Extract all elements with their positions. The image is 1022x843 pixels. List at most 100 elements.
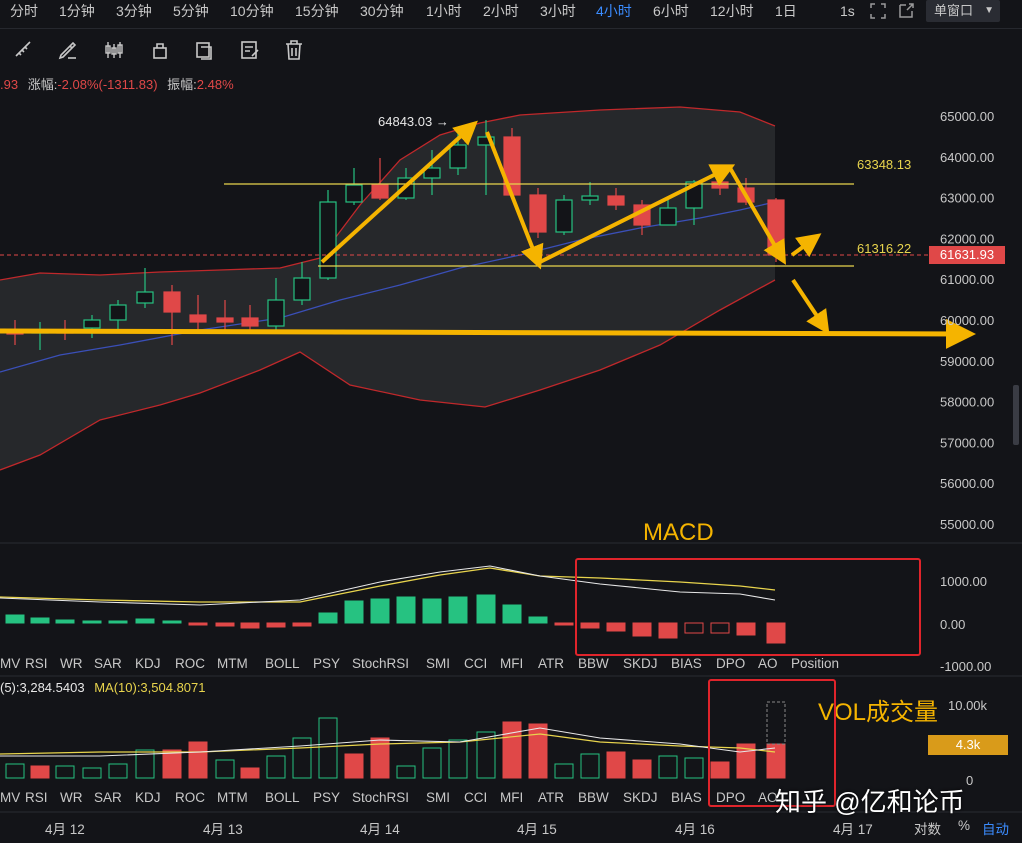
tab-mfi[interactable]: MFI bbox=[500, 790, 523, 805]
price-tick-label: 61000.00 bbox=[940, 272, 994, 287]
tab-smi[interactable]: SMI bbox=[426, 790, 450, 805]
tf-1m[interactable]: 1分钟 bbox=[59, 0, 95, 22]
tf-30m[interactable]: 30分钟 bbox=[360, 0, 404, 22]
tf-3m[interactable]: 3分钟 bbox=[116, 0, 152, 22]
candle-body bbox=[109, 304, 127, 321]
date-label: 4月 16 bbox=[675, 822, 715, 837]
tab-psy[interactable]: PSY bbox=[313, 790, 340, 805]
volume-bar bbox=[632, 759, 652, 779]
tab-kdj[interactable]: KDJ bbox=[135, 790, 161, 805]
tf-fenshi[interactable]: 分时 bbox=[10, 0, 38, 22]
auto-scale-toggle[interactable]: 自动 bbox=[982, 818, 1009, 838]
tab-psy[interactable]: PSY bbox=[313, 656, 340, 671]
price-axis: 65000.00 64000.00 63000.00 62000.00 61000.00… bbox=[940, 109, 994, 788]
band-middle bbox=[0, 201, 776, 373]
edit-icon[interactable] bbox=[238, 38, 262, 62]
tab-atr[interactable]: ATR bbox=[538, 790, 564, 805]
tab-bias[interactable]: BIAS bbox=[671, 656, 702, 671]
tab-bbw[interactable]: BBW bbox=[578, 656, 609, 671]
tab-mtm[interactable]: MTM bbox=[217, 790, 248, 805]
macd-tick-label: 1000.00 bbox=[940, 574, 987, 589]
volume-bar bbox=[502, 721, 522, 779]
trend-arrows bbox=[0, 120, 976, 349]
tab-mv[interactable]: MV bbox=[0, 790, 20, 805]
tab-boll[interactable]: BOLL bbox=[265, 656, 300, 671]
tab-mv[interactable]: MV bbox=[0, 656, 20, 671]
tf-1h[interactable]: 1小时 bbox=[426, 0, 462, 22]
macd-title: MACD bbox=[643, 519, 714, 546]
tab-bias[interactable]: BIAS bbox=[671, 790, 702, 805]
tf-10m[interactable]: 10分钟 bbox=[230, 0, 274, 22]
tab-wr[interactable]: WR bbox=[60, 790, 83, 805]
window-mode-select[interactable]: 单窗口 ▼ bbox=[926, 0, 1000, 22]
tab-roc[interactable]: ROC bbox=[175, 790, 205, 805]
tf-6h[interactable]: 6小时 bbox=[653, 0, 689, 22]
tf-5m[interactable]: 5分钟 bbox=[173, 0, 209, 22]
lock-icon[interactable] bbox=[148, 38, 172, 62]
candle-body bbox=[685, 181, 703, 209]
macd-bar bbox=[82, 620, 102, 624]
tab-cci[interactable]: CCI bbox=[464, 790, 487, 805]
date-axis: 4月 12 4月 13 4月 14 4月 15 4月 16 4月 17 对数 %… bbox=[0, 812, 1022, 843]
copy-icon[interactable] bbox=[192, 38, 216, 62]
tf-15m[interactable]: 15分钟 bbox=[295, 0, 339, 22]
candle-body bbox=[529, 194, 547, 233]
log-scale-toggle[interactable]: 对数 bbox=[914, 818, 941, 838]
volume-bar bbox=[292, 737, 312, 779]
fullscreen-icon[interactable] bbox=[868, 1, 888, 21]
amplitude-label: 振幅: bbox=[167, 77, 197, 92]
percent-toggle[interactable]: % bbox=[958, 818, 970, 833]
candle-body bbox=[371, 184, 389, 199]
ruler-icon[interactable] bbox=[12, 38, 36, 62]
tf-3h[interactable]: 3小时 bbox=[540, 0, 576, 22]
tab-skdj[interactable]: SKDJ bbox=[623, 790, 658, 805]
candle-body bbox=[136, 291, 154, 304]
trend-arrow bbox=[791, 278, 830, 335]
vol-tick-label: 10.00k bbox=[948, 698, 988, 713]
tab-roc[interactable]: ROC bbox=[175, 656, 205, 671]
tf-4h[interactable]: 4小时 bbox=[596, 0, 632, 22]
change-value: -2.08%(-1311.83) bbox=[57, 77, 158, 92]
tab-mtm[interactable]: MTM bbox=[217, 656, 248, 671]
tab-stochrsi[interactable]: StochRSI bbox=[352, 656, 409, 671]
candle-body bbox=[767, 199, 785, 256]
pen-icon[interactable] bbox=[56, 38, 80, 62]
tab-kdj[interactable]: KDJ bbox=[135, 656, 161, 671]
trash-icon[interactable] bbox=[282, 38, 306, 62]
tab-cci[interactable]: CCI bbox=[464, 656, 487, 671]
tab-dpo[interactable]: DPO bbox=[716, 656, 745, 671]
interval-label[interactable]: 1s bbox=[840, 0, 855, 22]
tab-mfi[interactable]: MFI bbox=[500, 656, 523, 671]
scrollbar-thumb[interactable] bbox=[1013, 385, 1019, 445]
tab-position[interactable]: Position bbox=[791, 656, 839, 671]
tab-rsi[interactable]: RSI bbox=[25, 656, 48, 671]
tab-rsi[interactable]: RSI bbox=[25, 790, 48, 805]
tf-1d[interactable]: 1日 bbox=[775, 0, 797, 22]
tf-2h[interactable]: 2小时 bbox=[483, 0, 519, 22]
drawing-toolbar bbox=[0, 30, 1022, 70]
date-label: 4月 17 bbox=[833, 822, 873, 837]
change-label: 涨幅: bbox=[27, 77, 58, 92]
date-label: 4月 14 bbox=[360, 822, 400, 837]
tab-dpo[interactable]: DPO bbox=[716, 790, 745, 805]
price-tick-label: 64000.00 bbox=[940, 150, 994, 165]
candles-icon[interactable] bbox=[102, 38, 126, 62]
tab-boll[interactable]: BOLL bbox=[265, 790, 300, 805]
tab-skdj[interactable]: SKDJ bbox=[623, 656, 658, 671]
tf-12h[interactable]: 12小时 bbox=[710, 0, 754, 22]
candle-body bbox=[56, 329, 74, 334]
volume-bar bbox=[344, 753, 364, 779]
tab-stochrsi[interactable]: StochRSI bbox=[352, 790, 409, 805]
band-upper bbox=[0, 106, 776, 281]
popout-icon[interactable] bbox=[896, 1, 916, 21]
tab-sar[interactable]: SAR bbox=[94, 656, 122, 671]
tab-smi[interactable]: SMI bbox=[426, 656, 450, 671]
tab-wr[interactable]: WR bbox=[60, 656, 83, 671]
tab-atr[interactable]: ATR bbox=[538, 656, 564, 671]
volume-bar bbox=[240, 767, 260, 779]
vol-ma10-label: MA(10):3,504.8071 bbox=[94, 680, 206, 695]
date-label: 4月 15 bbox=[517, 822, 557, 837]
tab-bbw[interactable]: BBW bbox=[578, 790, 609, 805]
tab-sar[interactable]: SAR bbox=[94, 790, 122, 805]
tab-ao[interactable]: AO bbox=[758, 656, 778, 671]
